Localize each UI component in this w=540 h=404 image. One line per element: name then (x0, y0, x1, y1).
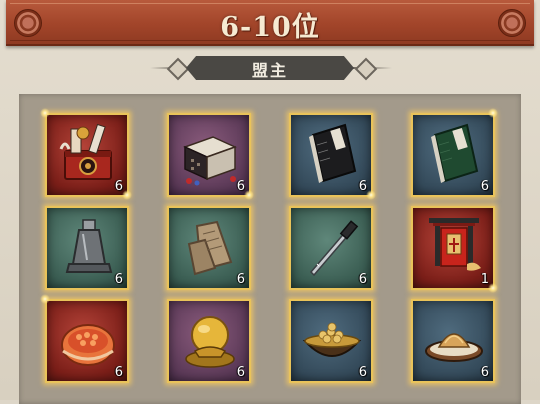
sparkle-icon (40, 108, 50, 118)
bowl-of-beans-icon (302, 322, 362, 357)
black-book-icon (309, 123, 357, 183)
rank-banner: 6-10位 (6, 0, 534, 46)
sparkle-icon (366, 190, 376, 200)
reward-slot-green-book[interactable]: 6 (411, 113, 495, 197)
reward-panel: 6-10位 盟主 6 6 6 6 6 6 6 1 6 6 6 6 (0, 0, 540, 404)
treasure-box-icon (183, 136, 237, 186)
sparkle-icon (488, 108, 498, 118)
dumpling-plate-icon (425, 333, 483, 362)
reward-slot-dagger[interactable]: 6 (289, 206, 373, 290)
reward-slot-decorated-chest[interactable]: 6 (45, 113, 129, 197)
bell-icon (65, 219, 113, 273)
rank-title: 6-10位 (220, 12, 320, 43)
reward-slot-food-roll[interactable]: 6 (45, 299, 129, 383)
reward-slot-dumpling-plate[interactable]: 6 (411, 299, 495, 383)
food-roll-icon (61, 324, 115, 366)
item-quantity: 6 (480, 365, 489, 380)
golden-orb-icon (185, 316, 235, 368)
ornament-icon (498, 9, 526, 37)
item-quantity: 6 (236, 365, 245, 380)
item-quantity: 6 (236, 272, 245, 287)
sparkle-icon (244, 190, 254, 200)
item-quantity: 6 (480, 179, 489, 194)
divider-diamond-icon (354, 57, 378, 81)
green-book-icon (431, 123, 479, 183)
item-quantity: 6 (114, 365, 123, 380)
sparkle-icon (40, 294, 50, 304)
item-quantity: 6 (114, 272, 123, 287)
stone-tablet-icon (187, 220, 233, 276)
reward-slot-treasure-box[interactable]: 6 (167, 113, 251, 197)
sparkle-icon (122, 190, 132, 200)
sparkle-icon (488, 283, 498, 293)
decorated-chest-icon (59, 123, 112, 180)
dagger-icon (309, 220, 359, 277)
reward-slot-bowl-of-beans[interactable]: 6 (289, 299, 373, 383)
banner-shrine-icon (429, 218, 481, 271)
section-title: 盟主 (251, 61, 288, 80)
reward-slot-stone-tablet[interactable]: 6 (167, 206, 251, 290)
reward-slot-black-book[interactable]: 6 (289, 113, 373, 197)
reward-slot-banner-shrine[interactable]: 1 (411, 206, 495, 290)
item-quantity: 6 (358, 272, 367, 287)
item-quantity: 6 (358, 365, 367, 380)
reward-slot-golden-orb[interactable]: 6 (167, 299, 251, 383)
reward-slot-bell[interactable]: 6 (45, 206, 129, 290)
